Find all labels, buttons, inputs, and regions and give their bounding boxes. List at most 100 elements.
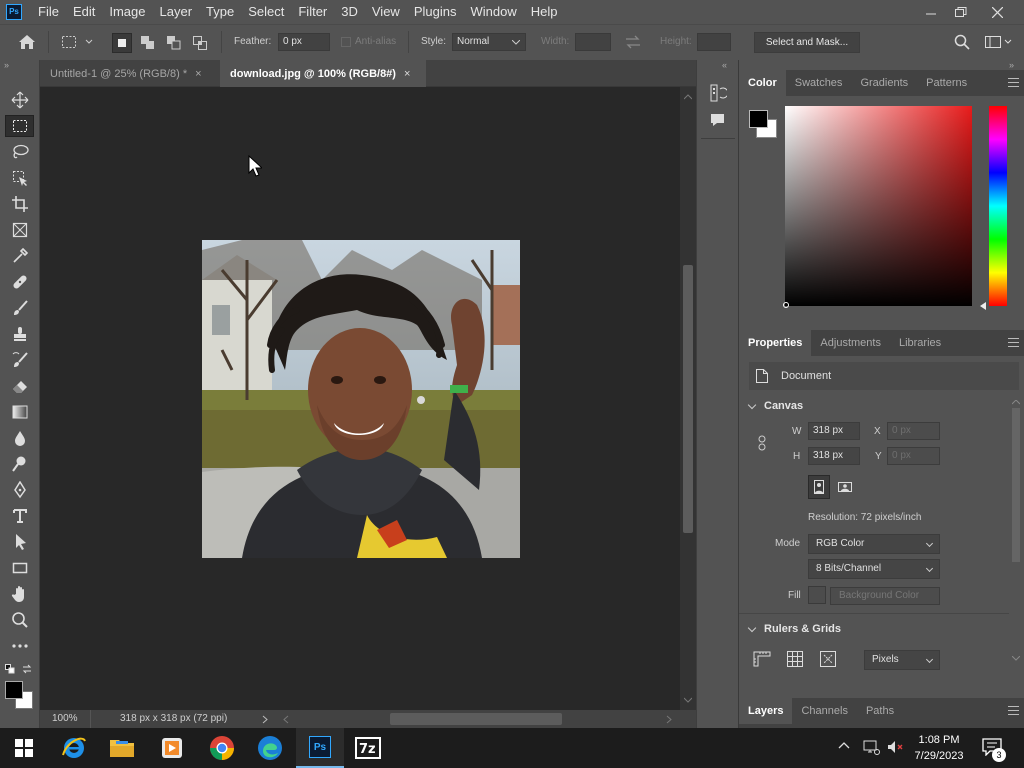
history-brush-tool[interactable] <box>5 349 34 371</box>
gradient-tool[interactable] <box>5 401 34 423</box>
path-selection-tool[interactable] <box>5 531 34 553</box>
color-field[interactable] <box>783 106 972 308</box>
tab-paths[interactable]: Paths <box>857 698 903 724</box>
menu-type[interactable]: Type <box>199 0 241 24</box>
minimize-button[interactable] <box>914 0 948 24</box>
width-input[interactable] <box>575 33 611 51</box>
taskbar-edge[interactable] <box>246 728 294 768</box>
add-selection-button[interactable] <box>138 33 158 53</box>
canvas-area[interactable] <box>40 87 680 710</box>
zoom-level[interactable]: 100% <box>52 713 78 724</box>
menu-layer[interactable]: Layer <box>153 0 200 24</box>
portrait-orientation-button[interactable] <box>808 475 830 499</box>
hand-tool[interactable] <box>5 583 34 605</box>
tab-color[interactable]: Color <box>739 70 786 96</box>
tool-preset-picker[interactable] <box>61 35 95 49</box>
menu-filter[interactable]: Filter <box>291 0 334 24</box>
toggle-rulers-button[interactable] <box>753 651 771 667</box>
taskbar-media-player[interactable] <box>148 728 196 768</box>
collapse-dock-icon[interactable]: « <box>722 60 727 70</box>
intersect-selection-button[interactable] <box>190 33 210 53</box>
type-tool[interactable] <box>5 505 34 527</box>
tab-layers[interactable]: Layers <box>739 698 793 724</box>
collapse-toolbar-icon[interactable]: » <box>4 60 9 70</box>
scroll-down-icon[interactable] <box>1012 656 1020 661</box>
document-image[interactable] <box>202 240 520 558</box>
units-select[interactable]: Pixels <box>864 650 940 670</box>
tab-gradients[interactable]: Gradients <box>851 70 917 96</box>
eyedropper-tool[interactable] <box>5 245 34 267</box>
clone-stamp-tool[interactable] <box>5 323 34 345</box>
hue-slider[interactable] <box>989 106 1007 306</box>
panel-foreground-swatch[interactable] <box>749 110 768 128</box>
tab-patterns[interactable]: Patterns <box>917 70 976 96</box>
zoom-tool[interactable] <box>5 609 34 631</box>
home-button[interactable] <box>18 34 36 50</box>
clock[interactable]: 1:08 PM 7/29/2023 <box>910 732 968 764</box>
action-center-button[interactable]: 3 <box>982 738 1006 762</box>
menu-window[interactable]: Window <box>463 0 523 24</box>
select-and-mask-button[interactable]: Select and Mask... <box>754 32 860 53</box>
tab-libraries[interactable]: Libraries <box>890 330 950 356</box>
height-input[interactable] <box>697 33 731 51</box>
lasso-tool[interactable] <box>5 141 34 163</box>
feather-input[interactable]: 0 px <box>278 33 330 51</box>
toggle-guides-button[interactable] <box>820 651 836 667</box>
taskbar-chrome[interactable] <box>198 728 246 768</box>
move-tool[interactable] <box>5 89 34 111</box>
scroll-up-icon[interactable] <box>684 94 692 100</box>
taskbar-internet-explorer[interactable] <box>50 728 98 768</box>
vertical-scroll-thumb[interactable] <box>683 265 693 533</box>
tab-channels[interactable]: Channels <box>792 698 856 724</box>
canvas-y-input[interactable]: 0 px <box>887 447 940 465</box>
menu-plugins[interactable]: Plugins <box>407 0 464 24</box>
taskbar-file-explorer[interactable] <box>98 728 146 768</box>
chevron-right-icon[interactable] <box>262 715 268 724</box>
mode-select[interactable]: RGB Color <box>808 534 940 554</box>
dodge-tool[interactable] <box>5 453 34 475</box>
color-picker-handle[interactable] <box>783 302 789 308</box>
brush-tool[interactable] <box>5 297 34 319</box>
object-selection-tool[interactable] <box>5 167 34 189</box>
search-button[interactable] <box>954 34 970 50</box>
bit-depth-select[interactable]: 8 Bits/Channel <box>808 559 940 579</box>
volume-status[interactable] <box>886 739 904 755</box>
landscape-orientation-button[interactable] <box>835 477 855 497</box>
canvas-width-input[interactable]: 318 px <box>808 422 860 440</box>
workspace-button[interactable] <box>984 34 1012 50</box>
menu-image[interactable]: Image <box>102 0 152 24</box>
properties-scrollbar[interactable] <box>1011 398 1021 662</box>
new-selection-button[interactable] <box>112 33 132 53</box>
subtract-selection-button[interactable] <box>164 33 184 53</box>
close-button[interactable] <box>980 0 1014 24</box>
canvas-x-input[interactable]: 0 px <box>887 422 940 440</box>
rulers-grids-section-header[interactable]: Rulers & Grids <box>747 623 841 635</box>
rectangle-tool[interactable] <box>5 557 34 579</box>
history-panel-button[interactable] <box>709 84 727 102</box>
scroll-right-icon[interactable] <box>666 715 672 724</box>
properties-panel-menu-icon[interactable] <box>1008 338 1019 347</box>
collapse-panels-icon[interactable]: » <box>1009 60 1014 70</box>
close-tab-icon[interactable]: × <box>195 68 201 80</box>
properties-scroll-thumb[interactable] <box>1012 408 1020 562</box>
crop-tool[interactable] <box>5 193 34 215</box>
default-colors-button[interactable] <box>5 664 15 674</box>
start-button[interactable] <box>0 728 48 768</box>
blur-tool[interactable] <box>5 427 34 449</box>
eraser-tool[interactable] <box>5 375 34 397</box>
restore-button[interactable] <box>944 0 978 24</box>
link-icon[interactable] <box>757 435 767 451</box>
tab-download-jpg[interactable]: download.jpg @ 100% (RGB/8#) × <box>220 60 426 87</box>
healing-brush-tool[interactable] <box>5 271 34 293</box>
scroll-up-icon[interactable] <box>1012 400 1020 405</box>
horizontal-scroll-thumb[interactable] <box>390 713 562 725</box>
tab-adjustments[interactable]: Adjustments <box>811 330 890 356</box>
menu-3d[interactable]: 3D <box>334 0 365 24</box>
color-panel-menu-icon[interactable] <box>1008 78 1019 87</box>
toggle-grid-button[interactable] <box>787 651 803 667</box>
swap-colors-button[interactable] <box>22 664 32 674</box>
pen-tool[interactable] <box>5 479 34 501</box>
scroll-down-icon[interactable] <box>684 697 692 703</box>
fill-select[interactable]: Background Color <box>830 587 940 605</box>
antialias-checkbox[interactable]: Anti-alias <box>341 36 396 47</box>
